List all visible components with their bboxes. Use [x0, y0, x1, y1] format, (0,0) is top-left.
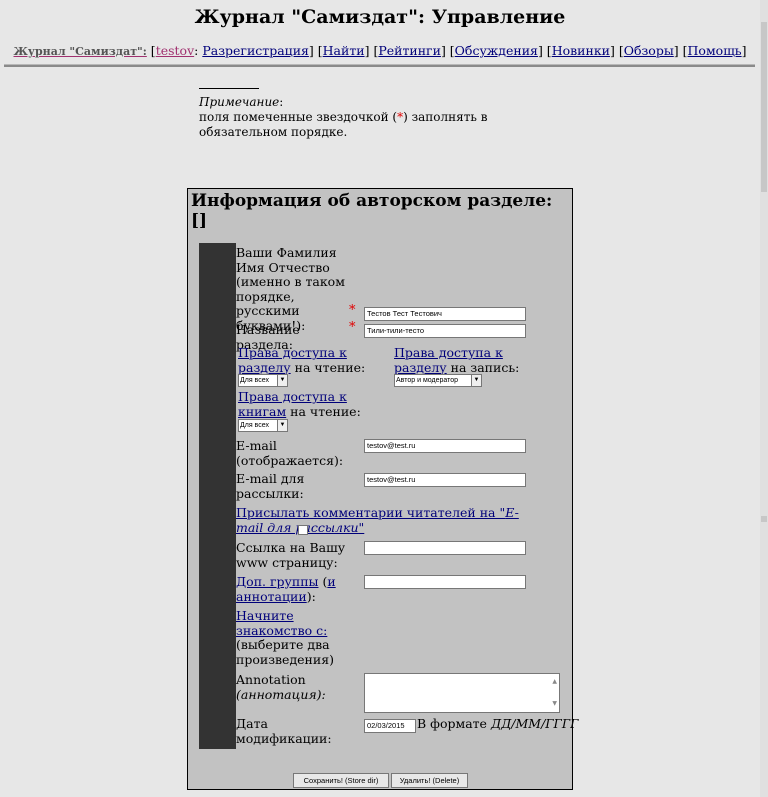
top-nav: Журнал "Самиздат": [testov: Разрегистрац… [13, 43, 747, 58]
comments-link[interactable]: Присылать комментарии читателей на "E-ma… [236, 505, 519, 535]
chevron-down-icon: ▼ [277, 375, 287, 386]
write-access-select[interactable]: Автор и модератор ▼ [394, 374, 482, 387]
date-format-hint: В формате ДД/ММ/ГГГГ [417, 716, 578, 732]
comments-link-text-a: Присылать комментарии читателей на " [236, 505, 506, 520]
books-access-group: Права доступа к книгам на чтение: [238, 389, 398, 419]
date-label: Дата модификации: [236, 716, 332, 746]
nav-logout-link[interactable]: Разрегистрация [202, 43, 309, 58]
email-input[interactable]: testov@test.ru [364, 439, 526, 453]
email2-input[interactable]: testov@test.ru [364, 473, 526, 487]
form-sidebar [199, 243, 236, 749]
page-title: Журнал "Самиздат": Управление [194, 6, 566, 28]
fio-required-icon: * [349, 303, 356, 318]
nav-news-link[interactable]: Новинки [552, 43, 610, 58]
email2-label: E-mail для рассылки: [236, 471, 305, 501]
date-format-value: ДД/ММ/ГГГГ [490, 716, 579, 731]
note-heading: Примечание [199, 95, 280, 109]
comments-option: Присылать комментарии читателей на "E-ma… [236, 505, 526, 535]
date-format-prefix: В формате [417, 716, 491, 731]
start-acquaintance: Начните знакомство с: (выберите два произ… [236, 608, 336, 667]
nav-user-link[interactable]: testov [156, 43, 194, 58]
start-acquaintance-hint: (выберите два произведения) [236, 637, 334, 667]
chevron-down-icon: ▼ [471, 375, 481, 386]
write-access-value: Автор и модератор [396, 377, 459, 384]
comments-link-text-c: " [358, 519, 365, 535]
annotation-label-en: Annotation [236, 672, 306, 687]
read-access-suffix: на чтение: [290, 359, 366, 375]
groups-input[interactable] [364, 575, 526, 589]
write-access-group: Права доступа к разделу на запись: [394, 345, 554, 375]
groups-mid: ( [318, 574, 328, 589]
note-divider [199, 88, 259, 89]
header-divider [4, 64, 755, 67]
www-label: Ссылка на Вашу www страницу: [236, 540, 346, 570]
groups-label: Доп. группы (и аннотации): [236, 574, 346, 604]
groups-end: ): [306, 588, 316, 604]
books-access-value: Для всех [240, 422, 269, 429]
page-scrollbar[interactable] [760, 0, 768, 797]
read-access-value: Для всех [240, 377, 269, 384]
scrollbar-thumb[interactable] [761, 22, 767, 192]
annotation-textarea[interactable]: ▲ ▼ [364, 673, 560, 713]
fio-input[interactable]: Тестов Тест Тестович [364, 307, 526, 321]
nav-reviews-link[interactable]: Обзоры [624, 43, 674, 58]
save-button[interactable]: Сохранить! (Store dir) [293, 773, 389, 788]
scrollbar-marker [761, 516, 767, 522]
www-input[interactable] [364, 541, 526, 555]
read-access-select[interactable]: Для всех ▼ [238, 374, 288, 387]
delete-button[interactable]: Удалить! (Delete) [391, 773, 468, 788]
date-input[interactable]: 02/03/2015 [364, 719, 416, 733]
nav-discussions-link[interactable]: Обсуждения [455, 43, 538, 58]
comments-checkbox[interactable] [298, 525, 308, 535]
read-access-group: Права доступа к разделу на чтение: [238, 345, 398, 375]
groups-link[interactable]: Доп. группы [236, 574, 318, 589]
note-block: Примечание: поля помеченные звездочкой (… [199, 88, 539, 140]
section-name-input[interactable]: Тили-тили-тесто [364, 324, 526, 338]
scroll-up-icon: ▲ [552, 678, 557, 685]
nav-search-link[interactable]: Найти [323, 43, 365, 58]
start-acquaintance-link[interactable]: Начните знакомство с: [236, 608, 327, 638]
chevron-down-icon: ▼ [277, 420, 287, 431]
section-required-icon: * [349, 320, 356, 335]
form-heading: Информация об авторском разделе: [] [191, 191, 553, 231]
note-text-before: поля помеченные звездочкой ( [199, 110, 398, 124]
nav-ratings-link[interactable]: Рейтинги [378, 43, 441, 58]
books-access-select[interactable]: Для всех ▼ [238, 419, 288, 432]
write-access-suffix: на запись: [446, 359, 520, 375]
email-label: E-mail (отображается): [236, 438, 344, 468]
annotation-label-ru: (аннотация): [236, 686, 326, 702]
annotation-label: Annotation (аннотация): [236, 672, 336, 702]
books-access-suffix: на чтение: [286, 403, 361, 419]
fio-label: Ваши Фамилия Имя Отчество (именно в тако… [236, 245, 345, 333]
scroll-down-icon: ▼ [552, 700, 557, 707]
nav-brand-link[interactable]: Журнал "Самиздат": [13, 45, 146, 58]
author-section-form: Информация об авторском разделе: [] Ваши… [187, 188, 578, 790]
nav-help-link[interactable]: Помощь [688, 43, 742, 58]
